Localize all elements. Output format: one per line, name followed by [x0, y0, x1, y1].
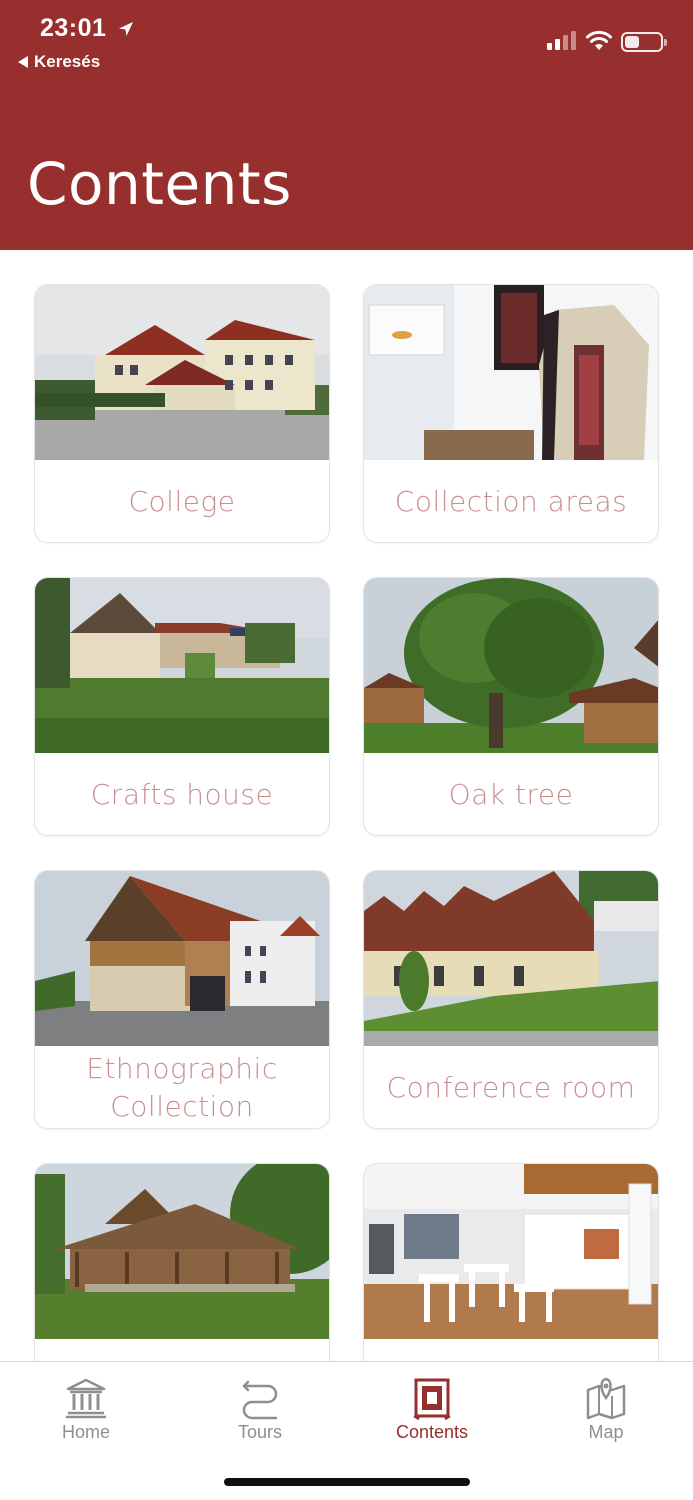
museum-icon [66, 1378, 106, 1419]
exhibition-room-photo [364, 285, 658, 460]
tab-label: Contents [395, 1422, 469, 1442]
card-label [364, 1339, 658, 1361]
college-building-photo [35, 285, 329, 460]
card-label: Crafts house [90, 778, 274, 811]
tab-label: Home [61, 1422, 110, 1442]
card-label: Conference room [386, 1071, 636, 1104]
content-card-oak-tree[interactable]: Oak tree [363, 577, 659, 836]
location-arrow-icon [119, 22, 133, 36]
route-icon [242, 1380, 278, 1420]
content-card-conference-room[interactable]: Conference room [363, 870, 659, 1129]
frame-icon [413, 1378, 451, 1420]
cafe-interior-photo [364, 1164, 658, 1339]
tab-tours[interactable]: Tours [200, 1376, 320, 1443]
card-label: Collection areas [394, 485, 628, 518]
content-card-ethnographic-collection[interactable]: Ethnographic Collection [34, 870, 330, 1129]
content-card-crafts-house[interactable]: Crafts house [34, 577, 330, 836]
back-label: Keresés [34, 52, 101, 71]
card-label [35, 1339, 329, 1361]
crafts-house-photo [35, 578, 329, 753]
content-card-cafe[interactable] [363, 1163, 659, 1361]
home-indicator[interactable] [224, 1478, 470, 1486]
content-card-collection-areas[interactable]: Collection areas [363, 284, 659, 543]
tab-contents[interactable]: Contents [372, 1376, 492, 1443]
battery-icon [621, 32, 667, 52]
card-label: College [128, 485, 236, 518]
status-time: 23:01 [40, 14, 107, 42]
wooden-barn-photo [35, 871, 329, 1046]
back-to-search-button[interactable]: Keresés [18, 52, 100, 72]
tab-map[interactable]: Map [546, 1376, 666, 1443]
oak-tree-photo [364, 578, 658, 753]
conference-building-photo [364, 871, 658, 1046]
page-title: Contents [27, 150, 292, 218]
contents-grid: College Collection areas Crafts house Oa… [0, 250, 693, 1361]
cellular-signal-icon [547, 31, 576, 50]
map-icon [586, 1377, 626, 1420]
tab-label: Map [588, 1422, 624, 1442]
back-arrow-icon [18, 56, 28, 68]
content-card-college[interactable]: College [34, 284, 330, 543]
wifi-icon [586, 30, 612, 50]
card-label: Ethnographic Collection [86, 1052, 278, 1123]
app-header: 23:01 Keresés Contents [0, 0, 693, 250]
tab-home[interactable]: Home [26, 1376, 146, 1443]
tab-label: Tours [237, 1422, 282, 1442]
wooden-pavilion-photo [35, 1164, 329, 1339]
content-card-pavilion[interactable] [34, 1163, 330, 1361]
card-label: Oak tree [448, 778, 574, 811]
